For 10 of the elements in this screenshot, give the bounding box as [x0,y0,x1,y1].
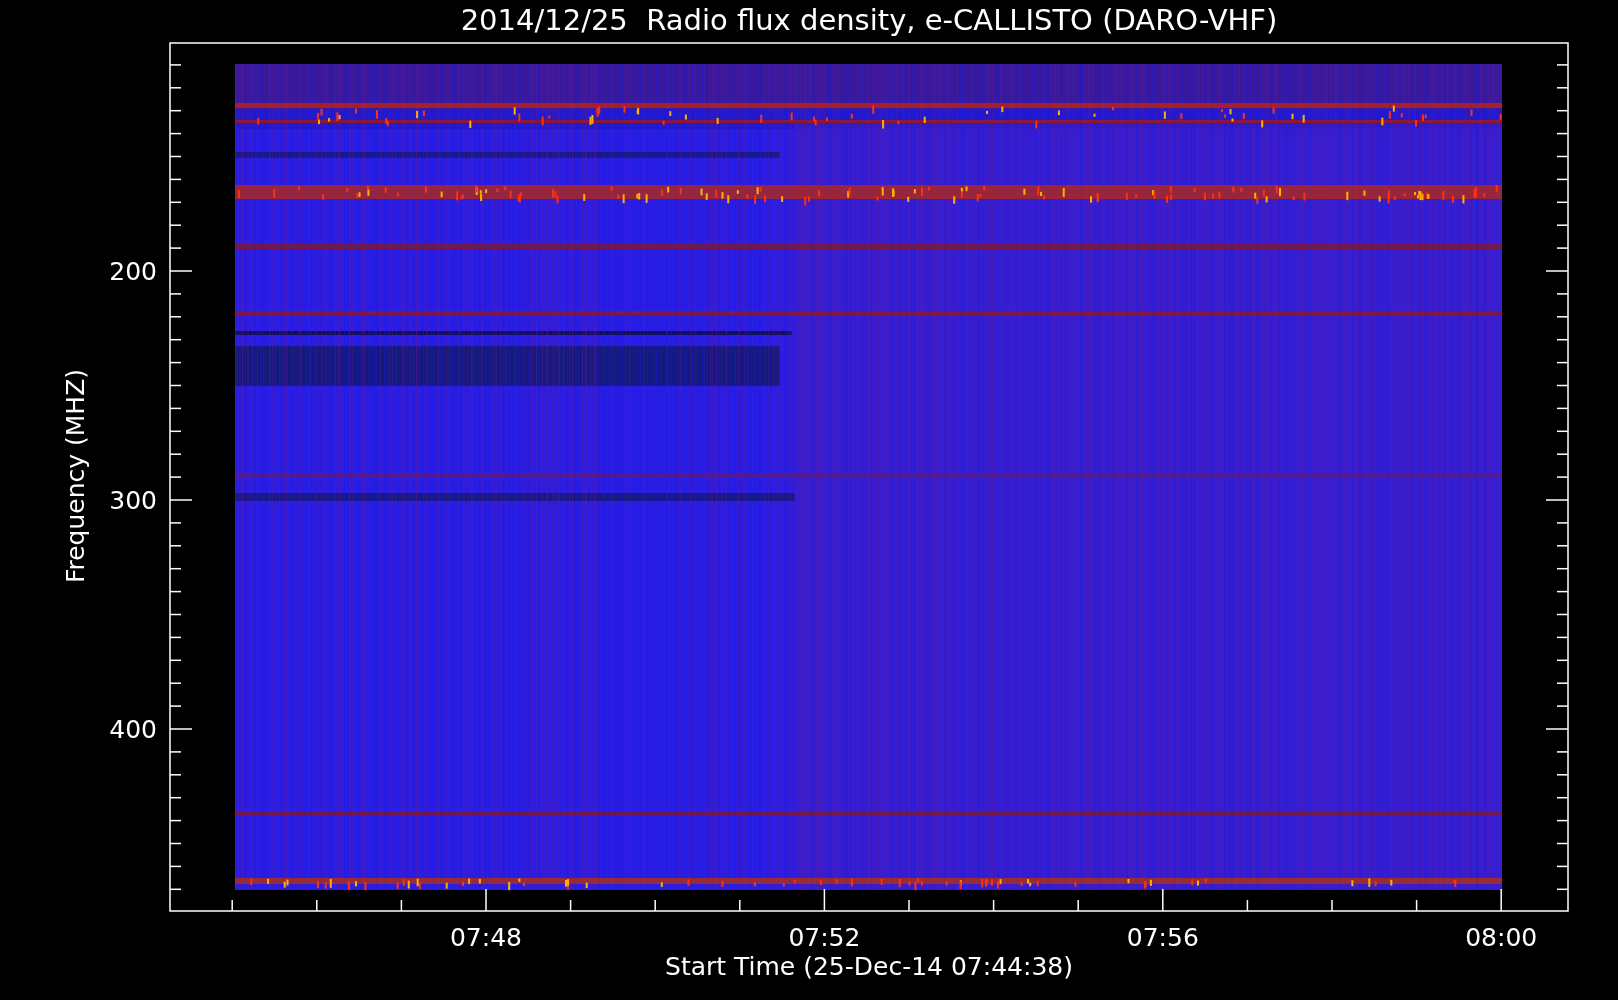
axis-tick-label: 08:00 [1465,923,1538,952]
axis-tick-label: 200 [109,257,157,286]
axis-tick-label: 07:48 [450,923,522,952]
chart-title: 2014/12/25 Radio flux density, e-CALLISTO (DARO-VHF) [460,3,1278,37]
axis-label: Frequency (MHZ) [61,368,90,584]
axis-tick-label: 07:56 [1126,923,1199,952]
axis-tick-label: 07:52 [788,923,861,952]
axis-tick-label: 400 [109,715,157,744]
axis-tick-label: 300 [109,486,157,515]
axis-label: Start Time (25-Dec-14 07:44:38) [665,952,1073,981]
